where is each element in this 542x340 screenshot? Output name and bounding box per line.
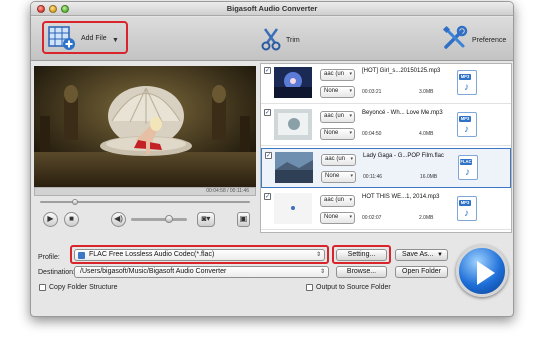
output-format-icon[interactable]: MP3 ♪ (457, 196, 477, 221)
file-thumbnail (274, 67, 312, 98)
destination-field[interactable]: /Users/bigasoft/Music/Bigasoft Audio Con… (74, 266, 329, 278)
scissors-icon (261, 28, 281, 51)
file-checkbox[interactable]: ✓ (265, 152, 272, 159)
destination-label: Destination: (38, 269, 75, 276)
file-duration: 00:11:46 (363, 174, 383, 180)
audio-track-select[interactable]: aac (un ▾ (320, 69, 355, 81)
setting-button[interactable]: Setting... (336, 249, 387, 261)
file-thumbnail (274, 109, 312, 140)
output-to-source-checkbox[interactable] (306, 284, 313, 291)
stop-button[interactable]: ■ (64, 212, 79, 227)
output-to-source-label: Output to Source Folder (316, 284, 391, 291)
copy-folder-structure-checkbox[interactable] (39, 284, 46, 291)
output-format-icon[interactable]: MP3 ♪ (457, 112, 477, 137)
volume-button[interactable]: ◀) (111, 212, 126, 227)
output-format-icon[interactable]: FLAC ♪ (458, 155, 478, 180)
wrench-screwdriver-icon (442, 25, 468, 49)
file-list: ✓ aac (un ▾ None ▾ [HOT] Girl_s...20150125… (260, 63, 512, 233)
file-checkbox[interactable]: ✓ (264, 67, 271, 74)
window-title: Bigasoft Audio Converter (226, 4, 318, 13)
seek-knob[interactable] (72, 199, 78, 205)
output-format-icon[interactable]: MP3 ♪ (457, 70, 477, 95)
camera-icon: ◙▾ (201, 214, 211, 223)
file-name: HOT THIS WE...1, 2014.mp3 (362, 194, 440, 200)
file-checkbox[interactable]: ✓ (264, 193, 271, 200)
time-display: 00:04:58 / 00:11:46 (34, 187, 256, 196)
speaker-icon: ◀) (114, 214, 123, 223)
volume-slider[interactable] (131, 218, 187, 221)
play-button[interactable]: ▶ (43, 212, 58, 227)
subtitle-select[interactable]: None ▾ (320, 128, 355, 140)
file-duration: 00:04:50 (362, 131, 382, 137)
stop-icon: ■ (69, 214, 74, 223)
file-size: 2.0MB (419, 215, 434, 221)
file-duration: 00:03:21 (362, 89, 382, 95)
file-thumbnail (274, 193, 312, 224)
add-file-icon (48, 26, 75, 50)
fullscreen-icon: ▣ (239, 214, 248, 223)
playback-time: 00:04:58 / 00:11:46 (206, 188, 249, 194)
convert-button[interactable] (456, 245, 508, 297)
chevron-down-icon[interactable]: ▼ (112, 37, 119, 44)
file-size: 4.0MB (419, 131, 434, 137)
snapshot-button[interactable]: ◙▾ (197, 212, 215, 227)
title-bar: Bigasoft Audio Converter (31, 2, 513, 16)
file-row[interactable]: ✓ aac (un ▾ None ▾ HOT THIS WE...1, 2014.m… (261, 190, 511, 230)
browse-button[interactable]: Browse... (336, 266, 387, 278)
file-row[interactable]: ✓ aac (un ▾ None ▾ Beyoncé - Wh... Love Me… (261, 106, 511, 146)
copy-folder-structure-label: Copy Folder Structure (49, 284, 118, 291)
file-row-selected[interactable]: ✓ aac (un ▾ None ▾ Lady Gaga - G...POP Fil… (261, 148, 511, 188)
subtitle-select[interactable]: None ▾ (320, 86, 355, 98)
add-file-label: Add File (81, 35, 107, 42)
audio-track-select[interactable]: aac (un ▾ (320, 111, 355, 123)
file-checkbox[interactable]: ✓ (264, 109, 271, 116)
video-preview (34, 66, 256, 187)
fullscreen-button[interactable]: ▣ (237, 212, 250, 227)
file-name: [HOT] Girl_s...20150125.mp3 (362, 68, 441, 74)
seek-slider[interactable] (34, 199, 256, 205)
audio-track-select[interactable]: aac (un ▾ (320, 195, 355, 207)
file-name: Lady Gaga - G...POP Film.flac (363, 153, 444, 159)
file-name: Beyoncé - Wh... Love Me.mp3 (362, 110, 443, 116)
audio-file-icon (78, 252, 85, 259)
volume-knob[interactable] (165, 215, 173, 223)
toolbar: Add File ▼ Trim Preference (31, 17, 513, 61)
audio-track-select[interactable]: aac (un ▾ (321, 154, 356, 166)
file-size: 3.0MB (419, 89, 434, 95)
file-size: 16.0MB (420, 174, 438, 180)
file-row[interactable]: ✓ aac (un ▾ None ▾ [HOT] Girl_s...20150125… (261, 64, 511, 104)
open-folder-button[interactable]: Open Folder (395, 266, 448, 278)
subtitle-select[interactable]: None ▾ (321, 171, 356, 183)
subtitle-select[interactable]: None ▾ (320, 212, 355, 224)
file-thumbnail (275, 152, 313, 183)
add-file-button[interactable]: Add File ▼ (42, 21, 128, 54)
preference-label: Preference (472, 37, 507, 44)
profile-select[interactable]: FLAC Free Lossless Audio Codec(*.flac) ⇕ (74, 249, 325, 261)
trim-label: Trim (286, 37, 300, 44)
preview-frame (34, 66, 256, 187)
play-icon: ▶ (47, 214, 54, 223)
app-window: Bigasoft Audio Converter Add File ▼ Trim… (30, 1, 514, 317)
save-as-button[interactable]: Save As... ▼ (395, 249, 448, 261)
play-arrow-icon (477, 261, 495, 285)
profile-label: Profile: (38, 254, 60, 261)
file-duration: 00:02:07 (362, 215, 382, 221)
